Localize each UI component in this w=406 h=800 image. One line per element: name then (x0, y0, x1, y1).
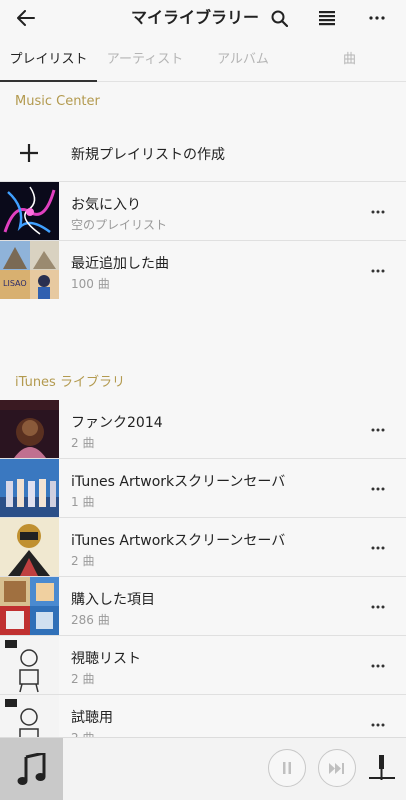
search-icon (271, 10, 288, 27)
list-item-title: 視聴リスト (71, 651, 141, 667)
list-item-title: 購入した項目 (71, 592, 155, 608)
tab-songs[interactable]: 曲 (293, 36, 406, 82)
back-arrow-icon (17, 10, 35, 26)
list-item-subtitle: 2 曲 (71, 672, 95, 686)
create-playlist-row[interactable]: 新規プレイリストの作成 (0, 124, 406, 182)
item-more-button[interactable] (366, 261, 390, 281)
playlist-artwork (0, 636, 59, 694)
list-item[interactable]: iTunes Artworkスクリーンセーバ 2 曲 (0, 518, 406, 577)
pause-icon (283, 762, 291, 774)
playlist-artwork (0, 182, 59, 240)
list-item-subtitle: 1 曲 (71, 495, 95, 509)
item-more-button[interactable] (366, 420, 390, 440)
section-header-music-center: Music Center (15, 94, 100, 109)
list-item[interactable]: 視聴リスト 2 曲 (0, 636, 406, 695)
playlist-artwork (0, 577, 59, 635)
list-item-subtitle: 100 曲 (71, 277, 110, 291)
more-icon (371, 210, 385, 214)
more-icon (371, 664, 385, 668)
tab-artists[interactable]: アーティスト (97, 36, 193, 82)
volume-icon (369, 755, 395, 780)
playlist-artwork: LISAO (0, 241, 59, 299)
volume-button[interactable] (367, 752, 397, 786)
next-button[interactable] (318, 749, 356, 787)
list-item[interactable]: LISAO 最近追加した曲 100 曲 (0, 241, 406, 300)
now-playing-artwork[interactable] (0, 738, 63, 800)
list-item-subtitle: 286 曲 (71, 613, 110, 627)
item-more-button[interactable] (366, 202, 390, 222)
more-icon (371, 428, 385, 432)
item-more-button[interactable] (366, 538, 390, 558)
list-item[interactable]: お気に入り 空のプレイリスト (0, 182, 406, 241)
queue-button[interactable] (312, 0, 342, 36)
pause-button[interactable] (268, 749, 306, 787)
mini-player (0, 737, 406, 800)
svg-text:LISAO: LISAO (3, 279, 27, 288)
next-icon (329, 762, 344, 774)
more-icon (371, 269, 385, 273)
list-item-title: ファンク2014 (71, 415, 163, 431)
list-item-subtitle: 2 曲 (71, 554, 95, 568)
more-icon (371, 723, 385, 727)
more-icon (371, 546, 385, 550)
plus-icon (20, 144, 38, 162)
playlist-artwork (0, 400, 59, 458)
more-icon (369, 16, 385, 20)
list-item-subtitle: 2 曲 (71, 436, 95, 450)
list-item-title: iTunes Artworkスクリーンセーバ (71, 474, 286, 490)
item-more-button[interactable] (366, 479, 390, 499)
app-header: マイライブラリー (0, 0, 406, 36)
tab-albums[interactable]: アルバム (193, 36, 293, 82)
list-item-subtitle: 空のプレイリスト (71, 218, 168, 232)
music-note-icon (17, 752, 45, 785)
more-icon (371, 487, 385, 491)
section-header-itunes: iTunes ライブラリ (15, 375, 125, 390)
list-item-title: 試聴用 (71, 710, 113, 726)
item-more-button[interactable] (366, 656, 390, 676)
tab-playlists[interactable]: プレイリスト (0, 36, 97, 82)
playlist-artwork (0, 459, 59, 517)
list-item[interactable]: iTunes Artworkスクリーンセーバ 1 曲 (0, 459, 406, 518)
back-button[interactable] (10, 0, 42, 36)
item-more-button[interactable] (366, 715, 390, 735)
list-item[interactable]: ファンク2014 2 曲 (0, 400, 406, 459)
more-button[interactable] (362, 0, 392, 36)
list-item-title: iTunes Artworkスクリーンセーバ (71, 533, 286, 549)
search-button[interactable] (264, 0, 294, 36)
tab-bar: プレイリスト アーティスト アルバム 曲 (0, 36, 406, 82)
more-icon (371, 605, 385, 609)
page-title: マイライブラリー (130, 8, 259, 27)
create-playlist-label: 新規プレイリストの作成 (71, 147, 225, 163)
list-item-title: 最近追加した曲 (71, 256, 169, 272)
queue-icon (319, 10, 335, 25)
playlist-artwork (0, 518, 59, 576)
list-item[interactable]: 購入した項目 286 曲 (0, 577, 406, 636)
list-item-title: お気に入り (71, 197, 141, 213)
item-more-button[interactable] (366, 597, 390, 617)
active-tab-indicator (0, 80, 97, 82)
